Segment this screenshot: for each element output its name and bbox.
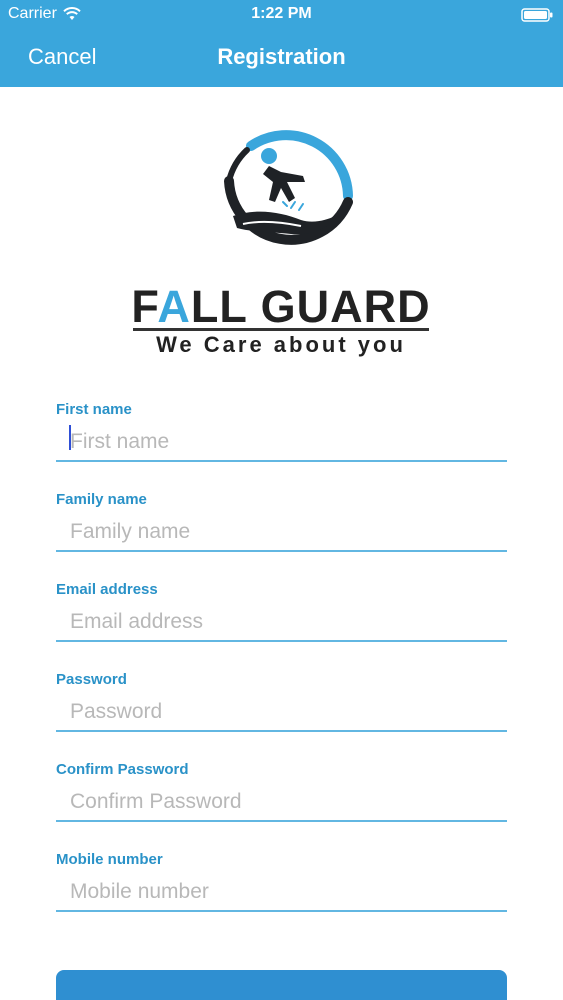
fall-guard-logo: FALL GUARD We Care about you [0,110,563,370]
logo-wordmark-accent: A [157,281,191,332]
battery-icon [521,8,553,22]
header: Carrier 1:22 PM Cancel Registration [0,0,563,87]
registration-form: First name Family name Email address Pas… [56,400,507,940]
confirm-password-field: Confirm Password [56,760,507,850]
registration-screen: Carrier 1:22 PM Cancel Registration FALL… [0,0,563,1000]
fall-guard-logo-icon [224,130,353,245]
cancel-button[interactable]: Cancel [28,44,96,70]
password-label: Password [56,671,127,688]
password-input[interactable] [56,694,507,732]
email-input[interactable] [56,604,507,642]
email-label: Email address [56,581,158,598]
family-name-input[interactable] [56,514,507,552]
submit-button[interactable] [56,970,507,1000]
family-name-label: Family name [56,491,147,508]
email-field: Email address [56,580,507,670]
logo-divider [133,328,429,331]
text-caret [69,425,71,450]
first-name-label: First name [56,401,132,418]
logo-wordmark: FALL GUARD [131,282,431,332]
mobile-number-label: Mobile number [56,851,163,868]
status-time: 1:22 PM [251,5,312,22]
mobile-number-field: Mobile number [56,850,507,940]
logo-wordmark-text: FALL GUARD [131,281,431,332]
nav-bar: Cancel Registration [0,30,563,87]
first-name-field: First name [56,400,507,490]
status-bar: Carrier 1:22 PM [0,0,563,30]
family-name-field: Family name [56,490,507,580]
logo-tagline: We Care about you [156,332,406,357]
confirm-password-label: Confirm Password [56,761,189,778]
confirm-password-input[interactable] [56,784,507,822]
mobile-number-input[interactable] [56,874,507,912]
first-name-input[interactable] [56,424,507,462]
password-field: Password [56,670,507,760]
